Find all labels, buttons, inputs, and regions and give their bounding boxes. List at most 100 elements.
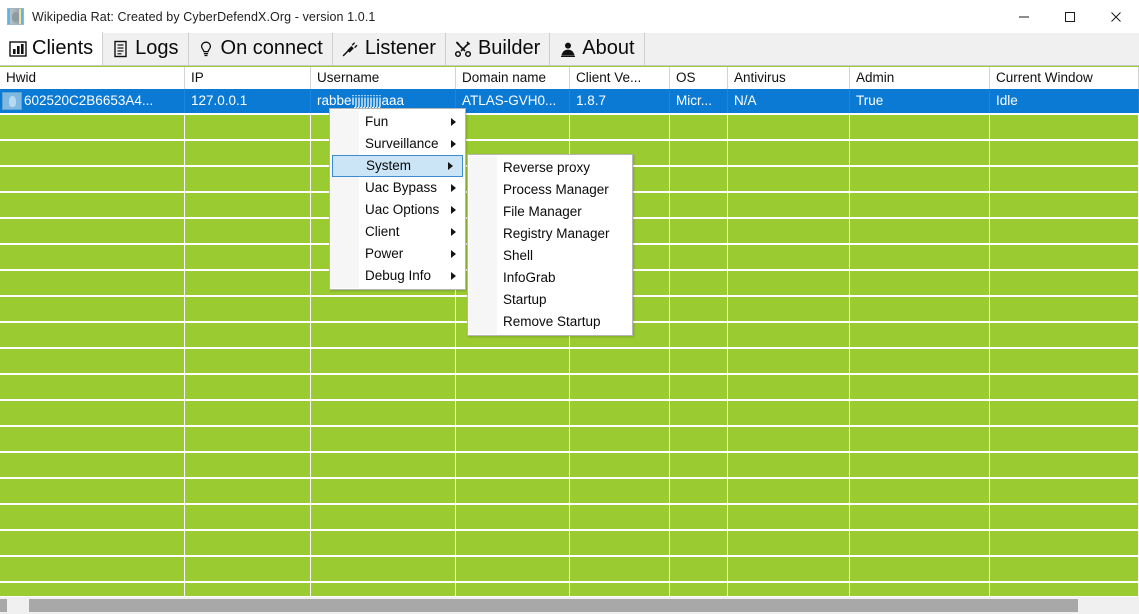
table-row[interactable] — [0, 453, 1139, 478]
table-cell[interactable] — [850, 193, 990, 217]
table-cell[interactable] — [570, 583, 670, 596]
table-row[interactable] — [0, 115, 1139, 140]
table-cell[interactable] — [456, 531, 570, 555]
table-cell[interactable] — [850, 271, 990, 295]
table-cell[interactable]: 602520C2B6653A4... — [0, 89, 185, 113]
minimize-icon[interactable] — [1001, 0, 1047, 33]
tab-logs[interactable]: Logs — [103, 33, 189, 65]
table-cell[interactable] — [456, 115, 570, 139]
table-cell[interactable]: Micr... — [670, 89, 728, 113]
tab-about[interactable]: About — [550, 33, 645, 65]
table-cell[interactable] — [728, 297, 850, 321]
table-cell[interactable] — [311, 479, 456, 503]
table-row[interactable] — [0, 375, 1139, 400]
table-cell[interactable] — [850, 557, 990, 581]
table-cell[interactable] — [850, 245, 990, 269]
table-cell[interactable] — [0, 453, 185, 477]
table-cell[interactable] — [185, 583, 311, 596]
table-cell[interactable] — [990, 427, 1139, 451]
table-cell[interactable] — [670, 427, 728, 451]
column-header-os[interactable]: OS — [670, 67, 728, 89]
table-cell[interactable] — [850, 297, 990, 321]
table-row[interactable] — [0, 531, 1139, 556]
menu-item-debug-info[interactable]: Debug Info — [330, 265, 465, 287]
table-cell[interactable] — [456, 427, 570, 451]
table-cell[interactable] — [0, 323, 185, 347]
submenu-item-file-manager[interactable]: File Manager — [468, 201, 632, 223]
table-row[interactable] — [0, 583, 1139, 596]
context-menu[interactable]: Fun Surveillance System Uac Bypass Uac Optio… — [329, 108, 466, 290]
table-cell[interactable] — [990, 115, 1139, 139]
table-cell[interactable] — [311, 531, 456, 555]
table-cell[interactable] — [670, 557, 728, 581]
table-cell[interactable] — [990, 193, 1139, 217]
table-cell[interactable] — [670, 453, 728, 477]
table-cell[interactable] — [850, 219, 990, 243]
table-cell[interactable] — [0, 219, 185, 243]
table-cell[interactable]: N/A — [728, 89, 850, 113]
table-cell[interactable] — [0, 427, 185, 451]
table-cell[interactable] — [0, 401, 185, 425]
table-cell[interactable] — [728, 531, 850, 555]
table-cell[interactable] — [311, 453, 456, 477]
table-cell[interactable] — [185, 167, 311, 191]
table-cell[interactable] — [456, 349, 570, 373]
menu-item-client[interactable]: Client — [330, 221, 465, 243]
table-cell[interactable]: True — [850, 89, 990, 113]
table-cell[interactable] — [456, 479, 570, 503]
menu-item-power[interactable]: Power — [330, 243, 465, 265]
horizontal-scrollbar[interactable] — [0, 596, 1139, 614]
table-cell[interactable] — [850, 427, 990, 451]
context-submenu-system[interactable]: Reverse proxy Process Manager File Manager… — [467, 154, 633, 336]
tab-on-connect[interactable]: On connect — [188, 33, 333, 65]
table-cell[interactable] — [570, 531, 670, 555]
table-cell[interactable] — [0, 245, 185, 269]
table-cell[interactable] — [570, 401, 670, 425]
table-cell[interactable]: 127.0.0.1 — [185, 89, 311, 113]
table-cell[interactable] — [185, 479, 311, 503]
table-cell[interactable]: 1.8.7 — [570, 89, 670, 113]
table-cell[interactable] — [850, 349, 990, 373]
table-cell[interactable] — [728, 349, 850, 373]
tab-clients[interactable]: Clients — [0, 32, 104, 65]
table-cell[interactable]: Idle — [990, 89, 1139, 113]
table-row[interactable] — [0, 505, 1139, 530]
table-cell[interactable] — [670, 401, 728, 425]
table-cell[interactable] — [990, 583, 1139, 596]
table-cell[interactable] — [728, 219, 850, 243]
menu-item-fun[interactable]: Fun — [330, 111, 465, 133]
table-cell[interactable] — [670, 349, 728, 373]
column-header-domain-name[interactable]: Domain name — [456, 67, 570, 89]
table-cell[interactable] — [456, 401, 570, 425]
table-cell[interactable] — [185, 193, 311, 217]
table-cell[interactable] — [670, 505, 728, 529]
table-cell[interactable] — [990, 245, 1139, 269]
table-cell[interactable] — [185, 141, 311, 165]
table-cell[interactable] — [185, 245, 311, 269]
table-cell[interactable] — [670, 583, 728, 596]
table-cell[interactable] — [728, 427, 850, 451]
table-cell[interactable] — [0, 583, 185, 596]
table-cell[interactable] — [185, 297, 311, 321]
table-cell[interactable] — [670, 167, 728, 191]
table-cell[interactable] — [570, 375, 670, 399]
table-cell[interactable] — [850, 531, 990, 555]
column-header-ip[interactable]: IP — [185, 67, 311, 89]
table-cell[interactable] — [311, 583, 456, 596]
table-cell[interactable] — [990, 375, 1139, 399]
table-cell[interactable] — [728, 453, 850, 477]
table-cell[interactable] — [0, 115, 185, 139]
table-cell[interactable] — [570, 453, 670, 477]
table-cell[interactable] — [570, 427, 670, 451]
table-cell[interactable] — [728, 479, 850, 503]
table-cell[interactable] — [670, 531, 728, 555]
table-cell[interactable] — [185, 219, 311, 243]
table-cell[interactable] — [670, 479, 728, 503]
table-cell[interactable] — [670, 193, 728, 217]
table-cell[interactable] — [850, 453, 990, 477]
table-cell[interactable] — [990, 401, 1139, 425]
table-cell[interactable] — [311, 349, 456, 373]
table-cell[interactable] — [0, 557, 185, 581]
table-cell[interactable] — [850, 141, 990, 165]
table-cell[interactable] — [570, 505, 670, 529]
